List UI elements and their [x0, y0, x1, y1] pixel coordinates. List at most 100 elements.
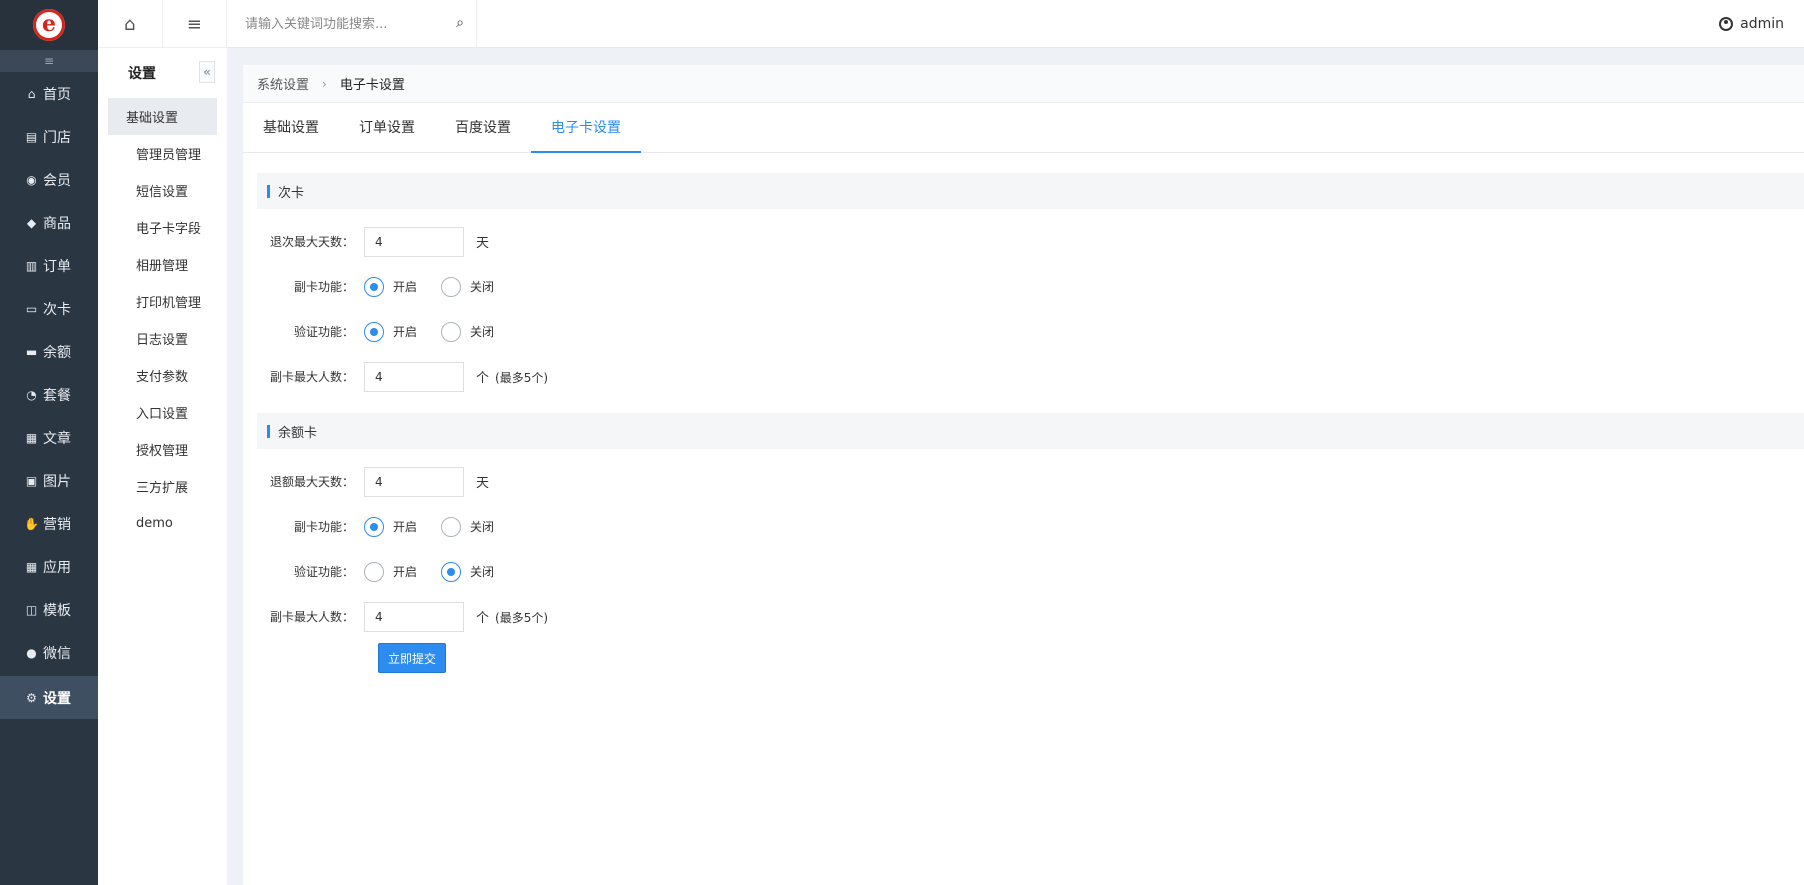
radio-label: 关闭	[470, 280, 495, 294]
user-menu[interactable]: admin	[1719, 0, 1784, 48]
top-header: ⌕ admin	[227, 0, 1804, 48]
nav-item-10[interactable]: ✋ 营销	[0, 502, 98, 545]
tab-0[interactable]: 基础设置	[243, 102, 339, 152]
nav-item-label: 首页	[43, 86, 71, 103]
count-refund-days-input[interactable]: 4	[364, 226, 464, 257]
username: admin	[1740, 16, 1784, 32]
card-icon: ▭	[25, 301, 38, 316]
tab-1[interactable]: 订单设置	[339, 102, 435, 152]
count-sub-card-row: 副卡功能： 开启 关闭	[243, 264, 1804, 309]
subnav-title-text: 设置	[128, 66, 156, 82]
subnav-item-4[interactable]: 相册管理	[108, 246, 217, 283]
home-icon: ⌂	[27, 86, 36, 101]
radio-label: 关闭	[470, 565, 495, 579]
balance-verify-on-radio[interactable]: 开启	[364, 561, 418, 582]
tab-3[interactable]: 电子卡设置	[531, 102, 641, 153]
unit-text: 个	[476, 611, 490, 626]
nav-item-9[interactable]: ▣ 图片	[0, 459, 98, 502]
field-label: 验证功能：	[293, 325, 354, 339]
field-label: 退次最大天数：	[269, 235, 354, 249]
search-input[interactable]	[243, 15, 443, 33]
dashboard-icon: ◔	[26, 387, 37, 402]
nav-item-1[interactable]: ▤ 门店	[0, 115, 98, 158]
nav-item-label: 次卡	[43, 301, 71, 318]
nav-item-label: 订单	[43, 258, 71, 275]
nav-item-7[interactable]: ◔ 套餐	[0, 373, 98, 416]
home-button[interactable]: ⌂	[98, 0, 163, 48]
nav-item-0[interactable]: ⌂ 首页	[0, 72, 98, 115]
nav-item-4[interactable]: ▥ 订单	[0, 244, 98, 287]
radio-circle	[441, 516, 462, 537]
settings-icon: ⚙	[26, 690, 37, 705]
nav-item-8[interactable]: ▦ 文章	[0, 416, 98, 459]
nav-item-3[interactable]: ◆ 商品	[0, 201, 98, 244]
brand-logo[interactable]: e	[33, 9, 65, 41]
tab-2[interactable]: 百度设置	[435, 102, 531, 152]
section-title: 余额卡	[278, 425, 318, 441]
nav-item-label: 套餐	[43, 387, 71, 404]
tag-icon: ◆	[26, 215, 37, 230]
nav-item-label: 营销	[43, 516, 71, 533]
logo-area: e	[0, 0, 98, 50]
nav-item-13[interactable]: ● 微信	[0, 631, 98, 674]
nav-item-6[interactable]: ▬ 余额	[0, 330, 98, 373]
double-chevron-left-icon: «	[203, 65, 211, 79]
article-icon: ▦	[25, 430, 38, 445]
field-label: 退额最大天数：	[269, 475, 354, 489]
sidebar-collapse-button[interactable]: ≡	[0, 50, 98, 72]
subnav-item-2[interactable]: 短信设置	[108, 172, 217, 209]
count-sub-max-input[interactable]: 4	[364, 361, 464, 392]
subnav-item-7[interactable]: 支付参数	[108, 357, 217, 394]
subnav-item-8[interactable]: 入口设置	[108, 394, 217, 431]
subnav-item-1[interactable]: 管理员管理	[108, 135, 217, 172]
settings-tabs: 基础设置 订单设置 百度设置 电子卡设置	[243, 103, 1804, 153]
nav-item-14[interactable]: ⚙ 设置	[0, 676, 98, 719]
unit-label: 天	[476, 476, 490, 491]
radio-circle	[441, 321, 462, 342]
menu-toggle-button[interactable]: ≡	[163, 0, 227, 48]
nav-item-2[interactable]: ◉ 会员	[0, 158, 98, 201]
balance-verify-off-radio[interactable]: 关闭	[441, 561, 495, 582]
unit-label: 天	[476, 236, 490, 251]
subnav-item-0[interactable]: 基础设置	[108, 98, 217, 135]
field-label: 副卡最大人数：	[269, 610, 354, 624]
subnav-item-11[interactable]: demo	[108, 505, 217, 542]
submit-button[interactable]: 立即提交	[378, 643, 446, 673]
menu-icon: ≡	[186, 13, 202, 35]
settings-sidebar: ⌂ ≡ 设置 « 基础设置 管理员管理 短信设置 电子卡字段 相册管理 打印机管理 日志设置…	[98, 0, 227, 885]
nav-item-12[interactable]: ◫ 模板	[0, 588, 98, 631]
radio-label: 关闭	[470, 520, 495, 534]
count-sub-card-on-radio[interactable]: 开启	[364, 276, 418, 297]
breadcrumb-current: 电子卡设置	[339, 78, 405, 93]
nav-item-label: 模板	[43, 602, 71, 619]
subnav-title: 设置 «	[98, 48, 227, 98]
logo-letter: e	[42, 11, 56, 37]
apps-icon: ▦	[25, 559, 38, 574]
radio-label: 开启	[393, 280, 418, 294]
count-verify-off-radio[interactable]: 关闭	[441, 321, 494, 342]
subnav-item-3[interactable]: 电子卡字段	[108, 209, 217, 246]
subnav-item-10[interactable]: 三方扩展	[108, 468, 217, 505]
balance-refund-days-input[interactable]: 4	[364, 466, 464, 497]
balance-sub-card-off-radio[interactable]: 关闭	[441, 516, 495, 537]
count-verify-on-radio[interactable]: 开启	[364, 321, 417, 342]
radio-circle	[441, 276, 462, 297]
subnav-item-6[interactable]: 日志设置	[108, 320, 217, 357]
unit-label: 个 (最多5个)	[476, 607, 548, 626]
nav-item-5[interactable]: ▭ 次卡	[0, 287, 98, 330]
subnav-item-5[interactable]: 打印机管理	[108, 283, 217, 320]
breadcrumb-parent[interactable]: 系统设置	[257, 74, 309, 93]
radio-label: 开启	[393, 565, 418, 579]
search-icon[interactable]: ⌕	[456, 15, 464, 31]
order-icon: ▥	[25, 258, 38, 273]
subnav-collapse-button[interactable]: «	[199, 61, 215, 83]
search-box: ⌕	[227, 0, 477, 48]
count-sub-card-off-radio[interactable]: 关闭	[441, 276, 495, 297]
wallet-icon: ▬	[25, 344, 38, 359]
balance-sub-max-input[interactable]: 4	[364, 601, 464, 632]
nav-item-11[interactable]: ▦ 应用	[0, 545, 98, 588]
count-verify-row: 验证功能： 开启 关闭	[243, 309, 1804, 354]
subnav-item-9[interactable]: 授权管理	[108, 431, 217, 468]
balance-sub-card-on-radio[interactable]: 开启	[364, 516, 417, 537]
main-sidebar: e ≡ ⌂ 首页 ▤ 门店 ◉ 会员 ◆ 商品 ▥ 订单 ▭ 次卡 ▬ 余额 ◔ 套餐 ▦ 文章 ▣ 图片 ✋ 营销 ▦ 应用…	[0, 0, 98, 885]
